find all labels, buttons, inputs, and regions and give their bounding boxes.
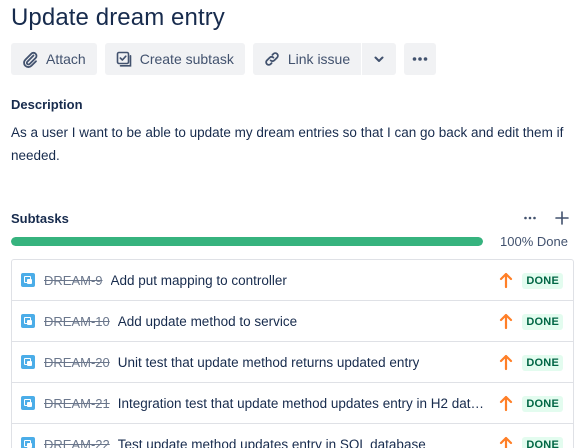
create-subtask-label: Create subtask (139, 51, 234, 67)
subtasks-actions (522, 208, 570, 228)
high-priority-arrow-icon (499, 353, 513, 371)
subtask-key[interactable]: DREAM-21 (44, 396, 110, 411)
description-heading: Description (11, 97, 83, 112)
subtasks-progress-bar (11, 237, 483, 246)
add-subtask-plus-icon[interactable] (554, 208, 570, 228)
link-issue-label: Link issue (287, 51, 351, 67)
subtask-row[interactable]: DREAM-21 Integration test that update met… (12, 383, 573, 424)
issue-title[interactable]: Update dream entry (11, 4, 225, 32)
more-dots-icon (411, 50, 429, 68)
more-actions-button[interactable] (404, 43, 437, 75)
high-priority-arrow-icon (499, 271, 513, 289)
chevron-down-icon (370, 50, 388, 68)
create-subtask-button[interactable]: Create subtask (104, 43, 245, 75)
subtasks-heading: Subtasks (11, 211, 69, 226)
link-issue-button[interactable]: Link issue (252, 43, 362, 75)
attach-label: Attach (46, 51, 86, 67)
status-badge[interactable]: DONE (522, 273, 563, 289)
subtask-key[interactable]: DREAM-9 (44, 273, 103, 288)
high-priority-arrow-icon (499, 394, 513, 412)
subtask-type-icon (21, 396, 35, 410)
subtask-row[interactable]: DREAM-20 Unit test that update method ret… (12, 342, 573, 383)
status-badge[interactable]: DONE (522, 355, 563, 371)
subtasks-progress-text: 100% Done (500, 234, 568, 249)
subtask-row[interactable]: DREAM-22 Test update method updates entry… (12, 424, 573, 448)
subtask-key[interactable]: DREAM-22 (44, 437, 110, 448)
status-badge[interactable]: DONE (522, 314, 563, 330)
link-icon (263, 50, 281, 68)
description-text[interactable]: As a user I want to be able to update my… (11, 121, 571, 167)
subtask-key[interactable]: DREAM-10 (44, 314, 110, 329)
subtask-list: DREAM-9 Add put mapping to controller DONE… (11, 259, 574, 448)
subtask-summary[interactable]: Integration test that update method upda… (118, 396, 484, 411)
paperclip-icon (21, 50, 39, 68)
subtask-row[interactable]: DREAM-10 Add update method to service DONE (12, 301, 573, 342)
subtask-summary[interactable]: Add put mapping to controller (111, 273, 287, 288)
subtask-type-icon (21, 314, 35, 328)
subtask-checkbox-icon (115, 50, 133, 68)
attach-button[interactable]: Attach (11, 43, 97, 75)
link-issue-button-group: Link issue (252, 43, 397, 75)
status-badge[interactable]: DONE (522, 396, 563, 412)
status-badge[interactable]: DONE (522, 437, 563, 448)
subtask-type-icon (21, 355, 35, 369)
subtask-summary[interactable]: Test update method updates entry in SQL … (118, 437, 426, 448)
subtasks-more-icon[interactable] (522, 208, 538, 228)
subtask-summary[interactable]: Add update method to service (118, 314, 297, 329)
subtask-type-icon (21, 437, 35, 448)
subtasks-progress-fill (11, 237, 483, 246)
high-priority-arrow-icon (499, 435, 513, 448)
issue-toolbar: Attach Create subtask Link issue (11, 43, 444, 75)
high-priority-arrow-icon (499, 312, 513, 330)
subtask-summary[interactable]: Unit test that update method returns upd… (118, 355, 420, 370)
subtask-key[interactable]: DREAM-20 (44, 355, 110, 370)
subtask-type-icon (21, 273, 35, 287)
subtask-row[interactable]: DREAM-9 Add put mapping to controller DONE (12, 260, 573, 301)
link-issue-dropdown-button[interactable] (362, 43, 397, 75)
